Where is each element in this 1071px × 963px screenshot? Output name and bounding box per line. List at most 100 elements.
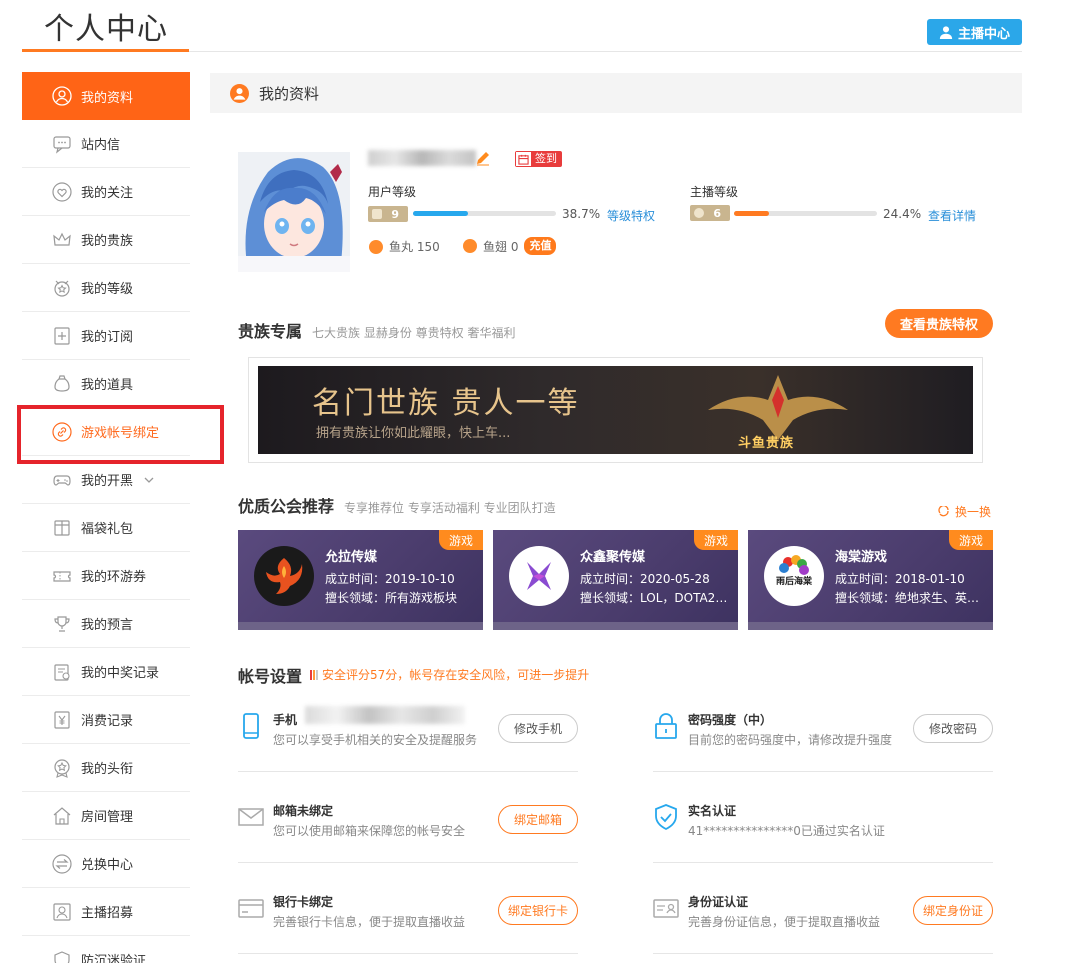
sidebar-item-level[interactable]: 我的等级 (22, 264, 190, 312)
divider (653, 862, 993, 863)
sidebar-item-spending-records[interactable]: 消费记录 (22, 696, 190, 744)
edit-pencil-icon[interactable] (475, 150, 491, 166)
bind-idcard-button[interactable]: 绑定身份证 (913, 896, 993, 925)
realname-setting: 实名认证 41***************0已通过实名认证 (653, 794, 993, 854)
view-details-link[interactable]: 查看详情 (928, 207, 976, 224)
phone-title: 手机 (273, 713, 298, 727)
phoenix-logo-icon (266, 558, 303, 594)
subscribe-icon (51, 325, 73, 347)
password-desc: 目前您的密码强度中，请修改提升强度 (688, 733, 893, 747)
sidebar-item-anchor-recruit[interactable]: 主播招募 (22, 888, 190, 936)
sidebar-item-label: 我的道具 (81, 378, 134, 393)
sidebar-item-label: 站内信 (81, 138, 121, 153)
idcard-title: 身份证认证 (688, 895, 749, 909)
email-setting: 邮箱未绑定 您可以使用邮箱来保障您的帐号安全 绑定邮箱 (238, 794, 578, 854)
sidebar-item-prediction[interactable]: 我的预言 (22, 600, 190, 648)
guild-tag: 游戏 (694, 530, 738, 550)
sidebar-item-anti-addiction[interactable]: 防沉迷验证 (22, 936, 190, 963)
sidebar-item-label: 防沉迷验证 (81, 954, 147, 963)
sidebar-item-prize-records[interactable]: 我的中奖记录 (22, 648, 190, 696)
card-icon (238, 893, 264, 923)
password-title: 密码强度（中） (688, 713, 773, 727)
sidebar-item-items[interactable]: 我的道具 (22, 360, 190, 408)
change-password-button[interactable]: 修改密码 (913, 714, 993, 743)
security-bars-icon (310, 669, 318, 680)
fish-fin-icon (463, 239, 477, 253)
bankcard-setting: 银行卡绑定 完善银行卡信息，便于提取直播收益 绑定银行卡 (238, 885, 578, 945)
fish-ball-value: 鱼丸 150 (389, 240, 440, 254)
bag-icon (51, 373, 73, 395)
noble-banner[interactable]: 名门世族 贵人一等 拥有贵族让你如此耀眼，快上车... 斗鱼贵族 (258, 366, 973, 454)
bind-bankcard-button[interactable]: 绑定银行卡 (498, 896, 578, 925)
level-privileges-link[interactable]: 等级特权 (607, 207, 655, 224)
nickname-blurred (368, 150, 476, 166)
recharge-button[interactable]: 充值 (524, 237, 557, 255)
sidebar-item-travel-voucher[interactable]: 我的环游券 (22, 552, 190, 600)
idcard-desc: 完善身份证信息，便于提取直播收益 (688, 915, 881, 929)
refresh-icon (938, 505, 949, 516)
anchor-level-percent: 24.4% (883, 207, 922, 221)
sidebar-item-subscribe[interactable]: 我的订阅 (22, 312, 190, 360)
guild-card[interactable]: 游戏 雨后海棠 海棠游戏 成立时间：2018-01-10 擅长领域：绝地求生、英… (748, 530, 993, 630)
guild-field: 擅长领域：绝地求生、英雄联盟 (835, 591, 985, 605)
guild-field: 擅长领域：LOL，DOTA2，DNF，王者荣耀 (580, 591, 730, 605)
sidebar-item-label: 我的贵族 (81, 234, 134, 249)
title-underline (22, 49, 189, 52)
guild-field: 擅长领域：所有游戏板块 (325, 591, 458, 605)
guild-subtitle: 专享推荐位 专享活动福利 专业团队打造 (344, 501, 556, 515)
bankcard-desc: 完善银行卡信息，便于提取直播收益 (273, 915, 466, 929)
heart-icon (51, 181, 73, 203)
trophy-icon (51, 613, 73, 635)
change-phone-button[interactable]: 修改手机 (498, 714, 578, 743)
divider (653, 771, 993, 772)
noble-banner-headline: 名门世族 贵人一等 (312, 386, 580, 421)
gamepad-icon (51, 469, 73, 491)
anchor-center-button[interactable]: 主播中心 (927, 19, 1022, 45)
sidebar-item-profile[interactable]: 我的资料 (22, 72, 190, 120)
shield-icon (51, 949, 73, 963)
divider (238, 953, 578, 954)
view-noble-privileges-button[interactable]: 查看贵族特权 (885, 309, 993, 338)
anchor-badge-icon (694, 208, 704, 218)
avatar[interactable] (238, 152, 350, 272)
guild-name: 众鑫聚传媒 (580, 550, 646, 565)
security-score-text: 安全评分57分，帐号存在安全风险，可进一步提升 (322, 668, 590, 682)
calendar-icon (516, 152, 531, 166)
sidebar-item-exchange[interactable]: 兑换中心 (22, 840, 190, 888)
chevron-down-icon[interactable] (143, 474, 155, 486)
guild-card[interactable]: 游戏 允拉传媒 成立时间：2019-10-10 擅长领域：所有游戏板块 (238, 530, 483, 630)
sidebar-item-follows[interactable]: 我的关注 (22, 168, 190, 216)
sidebar-item-label: 福袋礼包 (81, 522, 134, 537)
idcard-setting: 身份证认证 完善身份证信息，便于提取直播收益 绑定身份证 (653, 885, 993, 945)
sidebar-item-label: 房间管理 (81, 810, 134, 825)
noble-title: 贵族专属 (238, 322, 303, 341)
anchor-level-bar (734, 211, 877, 216)
person-icon (939, 26, 953, 39)
guild-founded: 成立时间：2018-01-10 (835, 572, 965, 586)
sidebar-item-room-management[interactable]: 房间管理 (22, 792, 190, 840)
gift-icon (51, 517, 73, 539)
realname-desc: 41***************0已通过实名认证 (688, 824, 885, 838)
noble-logo-text: 斗鱼贵族 (738, 436, 795, 451)
refresh-button[interactable]: 换一换 (938, 503, 991, 520)
mail-icon (238, 802, 264, 832)
crown-icon (51, 229, 73, 251)
sidebar-item-titles[interactable]: 我的头衔 (22, 744, 190, 792)
sidebar-item-lucky-bag[interactable]: 福袋礼包 (22, 504, 190, 552)
divider (238, 862, 578, 863)
guild-founded: 成立时间：2019-10-10 (325, 572, 455, 586)
sidebar-item-messages[interactable]: 站内信 (22, 120, 190, 168)
bind-email-button[interactable]: 绑定邮箱 (498, 805, 578, 834)
header-divider (189, 51, 1022, 52)
noble-subtitle: 七大贵族 显赫身份 尊贵特权 奢华福利 (312, 326, 516, 340)
noble-section-title: 贵族专属 七大贵族 显赫身份 尊贵特权 奢华福利 (238, 318, 515, 342)
yen-icon (51, 709, 73, 731)
flower-logo-icon: 雨后海棠 (776, 555, 813, 587)
phone-number-blurred (305, 706, 465, 724)
sidebar-item-noble[interactable]: 我的贵族 (22, 216, 190, 264)
recruit-icon (51, 901, 73, 923)
anchor-center-label: 主播中心 (957, 26, 1010, 42)
signin-button[interactable]: 签到 (515, 151, 562, 167)
phone-desc: 您可以享受手机相关的安全及提醒服务 (273, 733, 478, 747)
guild-card[interactable]: 游戏 众鑫聚传媒 成立时间：2020-05-28 擅长领域：LOL，DOTA2，… (493, 530, 738, 630)
